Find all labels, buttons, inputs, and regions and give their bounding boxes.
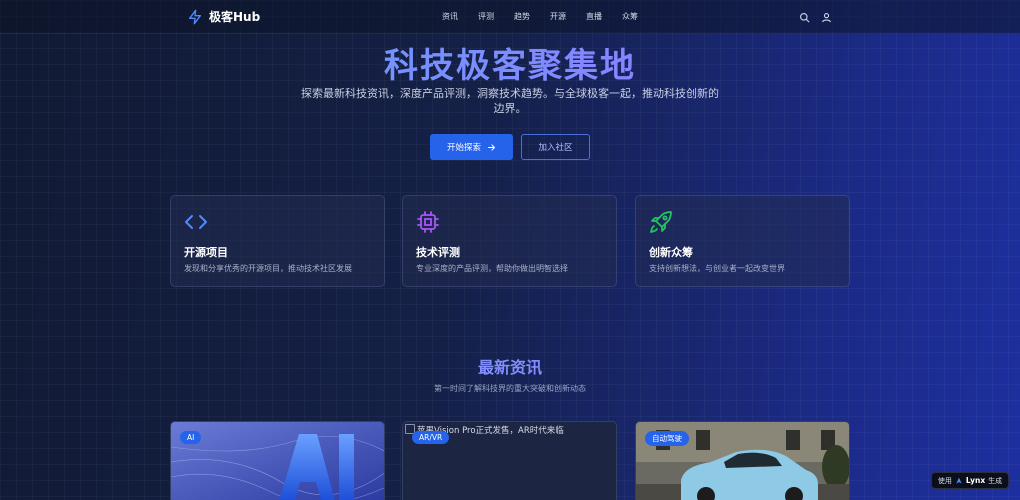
search-icon[interactable] [798,11,810,23]
news-card-arvr[interactable]: 苹果Vision Pro正式发售，AR时代来临 AR/VR [402,421,617,500]
logo-text: 极客Hub [209,10,261,24]
feature-title: 开源项目 [184,246,228,259]
code-icon [185,215,207,229]
nav-link-news[interactable]: 资讯 [432,11,468,22]
news-image-ai [171,422,384,500]
badge-suffix: 生成 [988,476,1003,485]
badge-brand: Lynx [965,476,986,485]
cpu-chip-icon [417,211,439,233]
feature-desc: 支持创新想法，与创业者一起改变世界 [649,264,785,273]
feature-desc: 专业深度的产品评测，帮助你做出明智选择 [416,264,568,273]
news-card-autodrive[interactable]: 自动驾驶 [635,421,850,500]
feature-card-crowdfunding[interactable]: 创新众筹 支持创新想法，与创业者一起改变世界 [635,195,850,287]
rocket-icon [650,211,672,233]
feature-title: 技术评测 [416,246,460,259]
news-section-subtitle: 第一时间了解科技界的重大突破和创新动态 [434,384,586,393]
nav-actions [798,11,832,23]
lynx-logo-icon [956,477,962,484]
nav-link-live[interactable]: 直播 [576,11,612,22]
join-community-button[interactable]: 加入社区 [521,134,590,160]
feature-card-reviews[interactable]: 技术评测 专业深度的产品评测，帮助你做出明智选择 [402,195,617,287]
nav-link-trends[interactable]: 趋势 [504,11,540,22]
news-section-title: 最新资讯 [0,354,1020,378]
generated-by-badge[interactable]: 使用 Lynx 生成 [931,472,1009,489]
top-navbar: 极客Hub 资讯 评测 趋势 开源 直播 众筹 [0,0,1020,34]
logo[interactable]: 极客Hub [187,8,260,25]
news-tag: AI [180,431,202,444]
lightning-icon [189,9,201,24]
feature-title: 创新众筹 [649,246,693,259]
start-explore-button[interactable]: 开始探索 [430,134,513,160]
arrow-right-icon [488,143,496,151]
hero-subtitle: 探索最新科技资讯，深度产品评测，洞察技术趋势。与全球极客一起，推动科技创新的边界… [301,87,719,115]
news-tag: 自动驾驶 [645,431,689,446]
feature-card-opensource[interactable]: 开源项目 发现和分享优秀的开源项目，推动技术社区发展 [170,195,385,287]
feature-desc: 发现和分享优秀的开源项目，推动技术社区发展 [184,264,352,273]
news-card-ai[interactable]: AI [170,421,385,500]
nav-links: 资讯 评测 趋势 开源 直播 众筹 [432,11,648,22]
nav-link-crowdfunding[interactable]: 众筹 [612,11,648,22]
hero-title: 科技极客聚集地 [0,38,1020,87]
badge-prefix: 使用 [937,476,952,485]
start-explore-label: 开始探索 [446,143,481,153]
news-tag: AR/VR [412,431,450,444]
nav-link-reviews[interactable]: 评测 [468,11,504,22]
nav-link-opensource[interactable]: 开源 [540,11,576,22]
user-icon[interactable] [820,11,832,23]
